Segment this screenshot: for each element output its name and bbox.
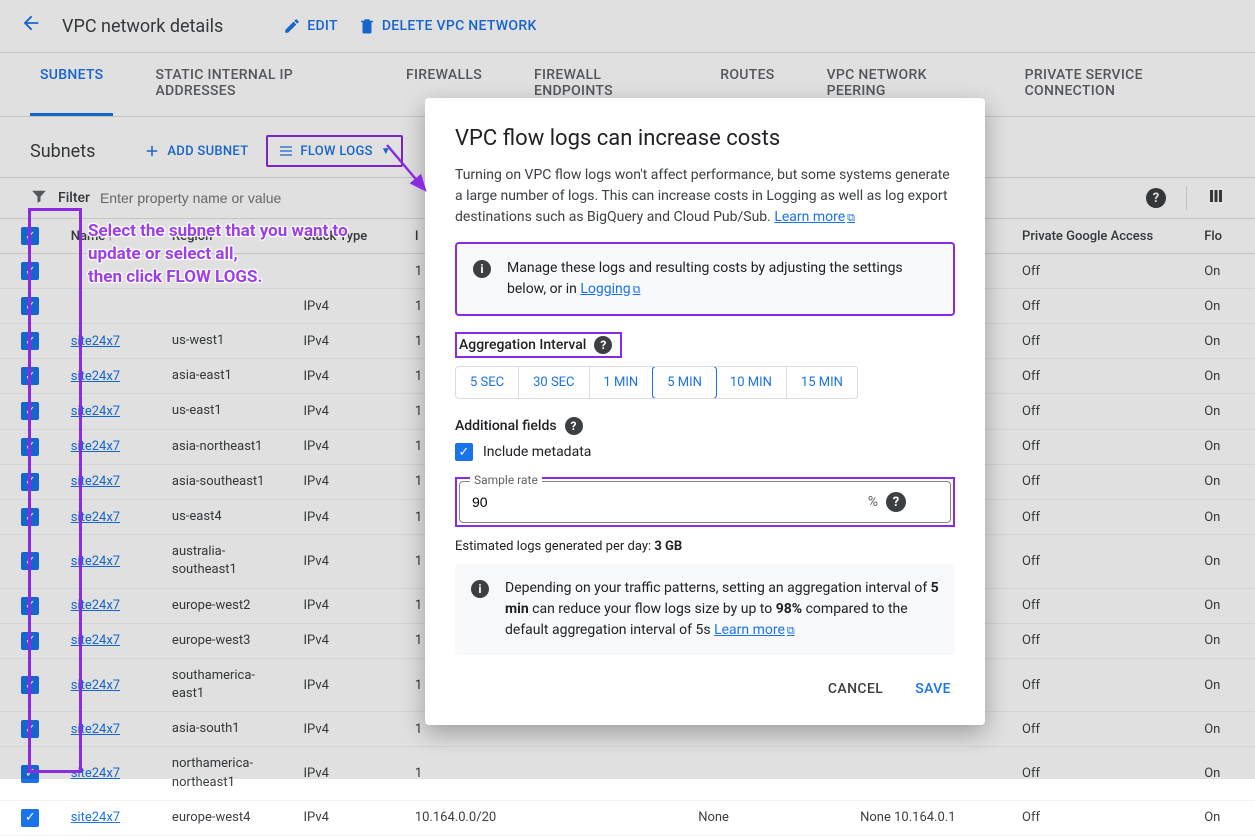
sample-rate-label: Sample rate: [470, 473, 542, 487]
agg-option-15-min[interactable]: 15 MIN: [787, 367, 857, 398]
table-row: ✓site24x7europe-west4IPv410.164.0.0/20No…: [0, 800, 1255, 835]
row-checkbox[interactable]: ✓: [21, 809, 39, 827]
agg-option-5-sec[interactable]: 5 SEC: [456, 367, 519, 398]
logging-link[interactable]: Logging⧉: [580, 281, 640, 297]
cancel-button[interactable]: CANCEL: [824, 675, 887, 703]
aggregation-segments: 5 SEC30 SEC1 MIN5 MIN10 MIN15 MIN: [455, 366, 858, 399]
agg-option-10-min[interactable]: 10 MIN: [716, 367, 787, 398]
info-icon: i: [473, 260, 491, 278]
save-button[interactable]: SAVE: [911, 675, 955, 703]
sample-rate-input[interactable]: [472, 494, 868, 510]
help-icon[interactable]: ?: [886, 492, 906, 512]
percent-label: %: [868, 494, 878, 510]
dialog-description: Turning on VPC flow logs won't affect pe…: [455, 165, 955, 228]
sample-rate-field: Sample rate % ?: [459, 481, 951, 523]
external-link-icon: ⧉: [787, 624, 795, 637]
info-icon: i: [471, 580, 489, 598]
learn-more-link[interactable]: Learn more⧉: [774, 209, 855, 225]
estimated-logs: Estimated logs generated per day: 3 GB: [455, 539, 955, 554]
external-link-icon: ⧉: [847, 211, 855, 224]
info-box-logging: i Manage these logs and resulting costs …: [455, 242, 955, 316]
subnet-name-link[interactable]: site24x7: [71, 810, 120, 825]
cell-mid: None 10.164.0.1: [850, 800, 1012, 835]
cell-flow: On: [1194, 800, 1255, 835]
info-box-reduction: i Depending on your traffic patterns, se…: [455, 564, 955, 655]
cell-ip: 10.164.0.0/20: [405, 800, 688, 835]
aggregation-label: Aggregation Interval: [459, 337, 586, 353]
include-metadata-label: Include metadata: [483, 444, 591, 460]
additional-fields-label: Additional fields: [455, 418, 557, 434]
cell-pga: Off: [1012, 800, 1194, 835]
help-icon[interactable]: ?: [565, 417, 583, 435]
flow-logs-dialog: VPC flow logs can increase costs Turning…: [425, 98, 985, 725]
learn-more-link[interactable]: Learn more⧉: [714, 622, 795, 638]
help-icon[interactable]: ?: [594, 336, 612, 354]
dialog-title: VPC flow logs can increase costs: [455, 126, 955, 151]
include-metadata-checkbox[interactable]: ✓: [455, 443, 473, 461]
cell-stack: IPv4: [293, 800, 404, 835]
agg-option-30-sec[interactable]: 30 SEC: [519, 367, 589, 398]
agg-option-1-min[interactable]: 1 MIN: [590, 367, 654, 398]
cell-mid: None: [688, 800, 850, 835]
cell-region: europe-west4: [162, 800, 294, 835]
agg-option-5-min[interactable]: 5 MIN: [652, 366, 717, 399]
external-link-icon: ⧉: [633, 283, 641, 296]
